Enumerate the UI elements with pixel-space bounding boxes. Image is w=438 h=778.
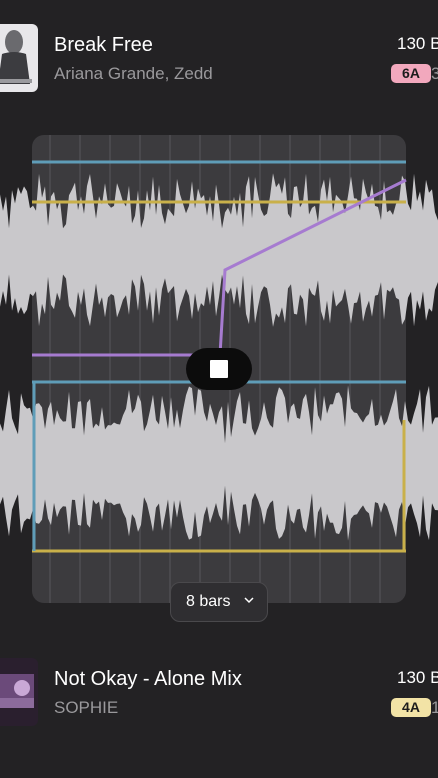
track-artist: SOPHIE [54, 698, 119, 717]
bars-length-dropdown[interactable]: 8 bars [170, 582, 268, 622]
key-extra: 3 [431, 64, 438, 83]
key-extra: 1 [431, 698, 438, 717]
track-bpm: 130 B [397, 668, 438, 687]
track-title: Not Okay - Alone Mix [54, 668, 242, 690]
track-title: Break Free [54, 34, 153, 56]
track-row-bottom[interactable]: Not Okay - Alone Mix SOPHIE 130 B 4A 1 [0, 656, 438, 726]
album-art [0, 658, 38, 726]
track-row-top[interactable]: Break Free Ariana Grande, Zedd 130 B 6A … [0, 22, 438, 92]
stop-icon [210, 360, 228, 378]
album-art [0, 24, 38, 92]
key-badge: 4A [391, 698, 431, 717]
key-badge: 6A [391, 64, 431, 83]
waveform-lower [0, 385, 438, 541]
track-bpm: 130 B [397, 34, 438, 53]
stop-button[interactable] [186, 348, 252, 390]
chevron-down-icon [244, 597, 254, 604]
waveform-editor[interactable]: 8 bars [0, 135, 438, 622]
track-artist: Ariana Grande, Zedd [54, 64, 213, 83]
bars-label: 8 bars [186, 593, 231, 610]
